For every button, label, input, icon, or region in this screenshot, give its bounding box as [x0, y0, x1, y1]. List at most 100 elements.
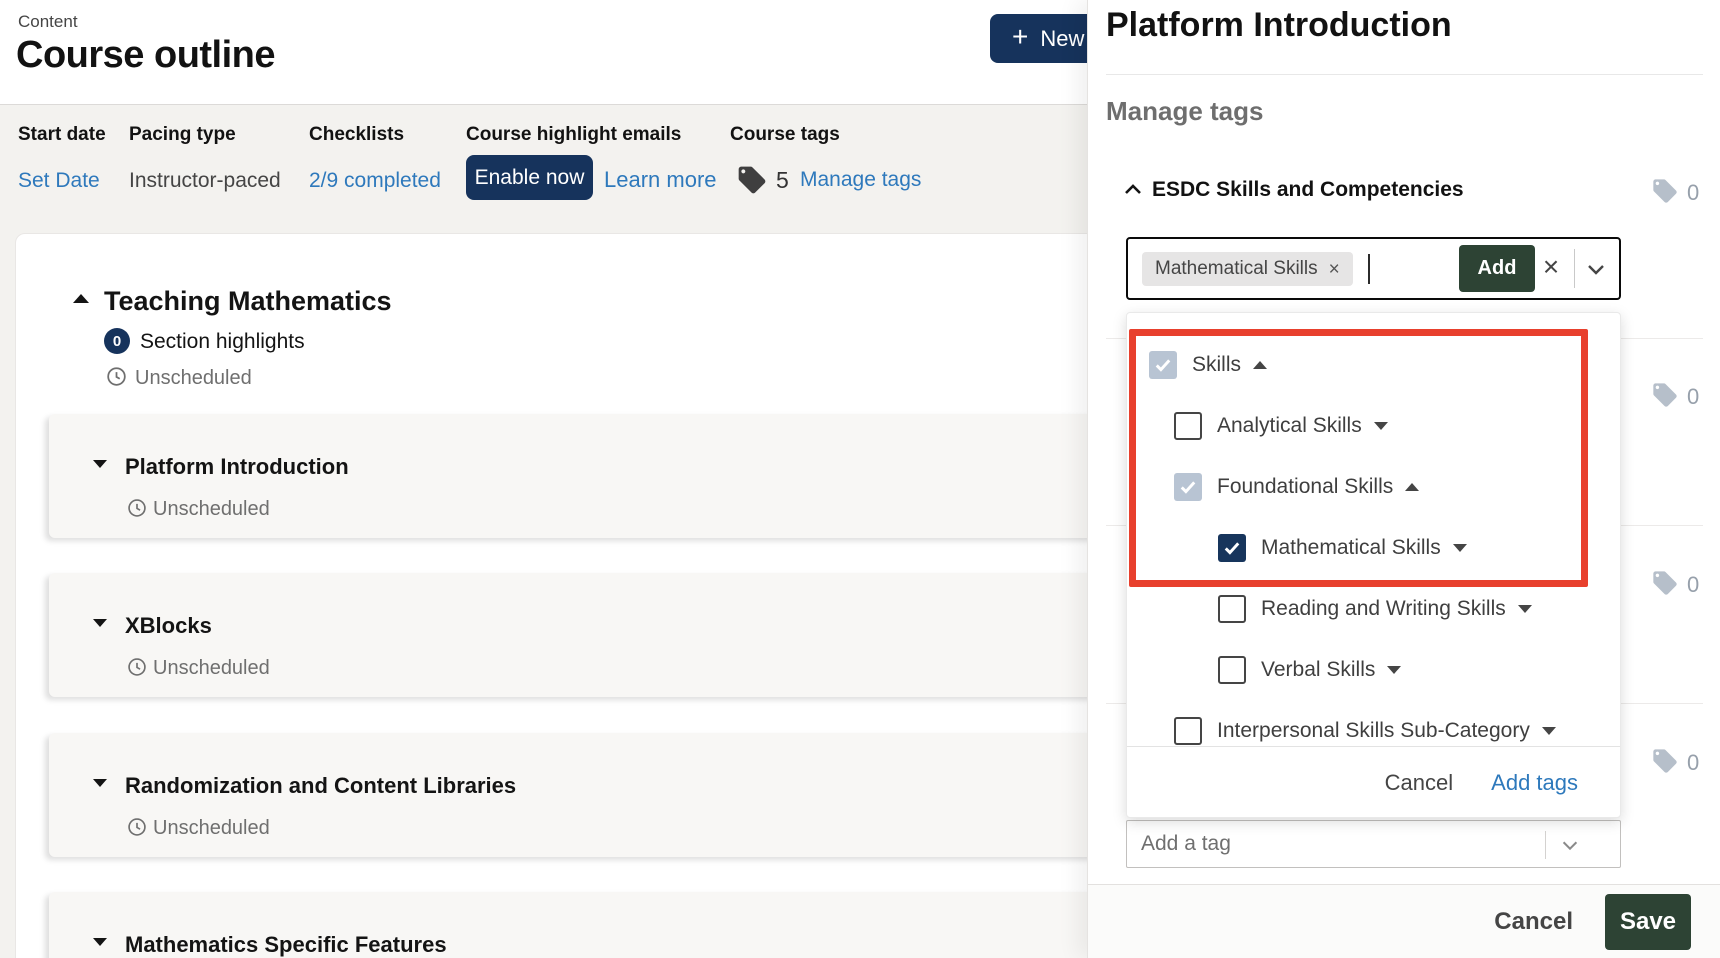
divider: [1545, 831, 1546, 859]
add-tag-button[interactable]: Add: [1459, 245, 1535, 292]
collapse-caret-icon[interactable]: [1405, 483, 1419, 491]
subsection-schedule: Unscheduled: [153, 817, 270, 840]
dropdown-cancel-button[interactable]: Cancel: [1385, 770, 1453, 796]
tag-count-icon: [1651, 569, 1679, 597]
tag-option-label: Analytical Skills: [1217, 414, 1362, 438]
clock-icon: [127, 657, 147, 677]
tag-option-label: Skills: [1192, 353, 1241, 377]
checkbox-checked[interactable]: [1218, 534, 1246, 562]
save-button[interactable]: Save: [1605, 894, 1691, 950]
tag-icon: [736, 164, 768, 196]
section-highlights-button[interactable]: Section highlights: [140, 330, 305, 354]
selected-tag-label: Mathematical Skills: [1155, 258, 1318, 280]
clock-icon: [127, 498, 147, 518]
subsection-title: Platform Introduction: [125, 454, 349, 480]
course-meta-bar: Start date Pacing type Checklists Course…: [0, 105, 1090, 233]
expand-caret-icon[interactable]: [1518, 605, 1532, 613]
course-tags-label: Course tags: [730, 124, 840, 146]
section-collapse-caret-icon[interactable]: [73, 294, 89, 303]
new-button-label: New: [1040, 26, 1084, 52]
drawer-footer: Cancel Save: [1088, 884, 1720, 958]
expand-caret-icon[interactable]: [93, 619, 107, 627]
manage-tags-drawer: Platform Introduction Manage tags ESDC S…: [1087, 0, 1720, 958]
tag-option-label: Mathematical Skills: [1261, 536, 1441, 560]
course-tag-count: 5: [776, 167, 789, 194]
tag-option-skills[interactable]: Skills: [1127, 334, 1620, 395]
checkbox-implicit[interactable]: [1149, 351, 1177, 379]
tag-option-foundational-skills[interactable]: Foundational Skills: [1127, 456, 1620, 517]
tag-option-interpersonal-skills-sub-category[interactable]: Interpersonal Skills Sub-Category: [1127, 700, 1620, 746]
collapse-chevron-icon[interactable]: [1121, 178, 1145, 202]
expand-caret-icon[interactable]: [1542, 727, 1556, 735]
divider: [1574, 249, 1575, 288]
tag-option-label: Interpersonal Skills Sub-Category: [1217, 719, 1530, 743]
drawer-subtitle: Manage tags: [1106, 96, 1264, 127]
tag-option-analytical-skills[interactable]: Analytical Skills: [1127, 395, 1620, 456]
checkbox-unchecked[interactable]: [1218, 656, 1246, 684]
checklists-label: Checklists: [309, 124, 404, 146]
plus-icon: +: [1012, 23, 1028, 51]
tag-option-label: Verbal Skills: [1261, 658, 1375, 682]
collapse-caret-icon[interactable]: [1253, 361, 1267, 369]
text-cursor: [1368, 254, 1370, 284]
enable-now-button[interactable]: Enable now: [466, 155, 593, 200]
add-tags-button[interactable]: Add tags: [1491, 770, 1578, 796]
taxonomy-tag-count: 0: [1687, 384, 1699, 410]
cancel-button[interactable]: Cancel: [1494, 908, 1573, 936]
expand-caret-icon[interactable]: [93, 779, 107, 787]
tag-option-verbal-skills[interactable]: Verbal Skills: [1127, 639, 1620, 700]
subsection-schedule: Unscheduled: [153, 657, 270, 680]
start-date-label: Start date: [18, 124, 106, 146]
expand-caret-icon[interactable]: [1387, 666, 1401, 674]
learn-more-link[interactable]: Learn more: [604, 167, 717, 193]
chevron-down-icon[interactable]: [1559, 834, 1581, 856]
tag-option-mathematical-skills[interactable]: Mathematical Skills: [1127, 517, 1620, 578]
subsection-title: Mathematics Specific Features: [125, 932, 447, 958]
clock-icon: [127, 817, 147, 837]
tag-option-reading-and-writing-skills[interactable]: Reading and Writing Skills: [1127, 578, 1620, 639]
taxonomy-tag-count: 0: [1687, 572, 1699, 598]
chevron-down-icon[interactable]: [1584, 257, 1608, 281]
subsection-title: XBlocks: [125, 613, 212, 639]
highlight-emails-label: Course highlight emails: [466, 124, 681, 146]
tag-count-icon: [1651, 177, 1679, 205]
checkbox-unchecked[interactable]: [1174, 717, 1202, 745]
dropdown-footer: Cancel Add tags: [1127, 746, 1620, 818]
highlights-count-badge: 0: [104, 328, 130, 354]
add-a-tag-placeholder: Add a tag: [1141, 832, 1231, 856]
remove-tag-icon[interactable]: ×: [1329, 260, 1340, 279]
subsection-title: Randomization and Content Libraries: [125, 773, 516, 799]
expand-caret-icon[interactable]: [93, 938, 107, 946]
expand-caret-icon[interactable]: [1374, 422, 1388, 430]
checkbox-implicit[interactable]: [1174, 473, 1202, 501]
clear-icon[interactable]: ×: [1538, 251, 1564, 285]
pacing-type-label: Pacing type: [129, 124, 236, 146]
taxonomy-tag-count: 0: [1687, 180, 1699, 206]
tag-combobox[interactable]: Mathematical Skills × Add ×: [1126, 237, 1621, 300]
section-schedule: Unscheduled: [135, 367, 252, 390]
checklists-link[interactable]: 2/9 completed: [309, 169, 441, 193]
breadcrumb: Content: [18, 12, 78, 32]
tag-count-icon: [1651, 747, 1679, 775]
tag-options-dropdown: Skills Analytical Skills Foundational Skil…: [1126, 312, 1621, 818]
drawer-title: Platform Introduction: [1106, 6, 1452, 45]
expand-caret-icon[interactable]: [1453, 544, 1467, 552]
tag-count-icon: [1651, 381, 1679, 409]
set-date-link[interactable]: Set Date: [18, 169, 100, 193]
checkbox-unchecked[interactable]: [1218, 595, 1246, 623]
divider: [1106, 74, 1703, 75]
add-a-tag-input[interactable]: Add a tag: [1126, 820, 1621, 868]
selected-tag-chip[interactable]: Mathematical Skills ×: [1142, 252, 1353, 286]
tag-option-label: Foundational Skills: [1217, 475, 1393, 499]
subsection-schedule: Unscheduled: [153, 498, 270, 521]
tag-options-list: Skills Analytical Skills Foundational Skil…: [1127, 313, 1620, 746]
pacing-type-value: Instructor-paced: [129, 169, 281, 193]
expand-caret-icon[interactable]: [93, 460, 107, 468]
taxonomy-name: ESDC Skills and Competencies: [1152, 178, 1464, 202]
checkbox-unchecked[interactable]: [1174, 412, 1202, 440]
page-title: Course outline: [16, 34, 275, 77]
section-title: Teaching Mathematics: [104, 286, 392, 317]
tag-option-label: Reading and Writing Skills: [1261, 597, 1506, 621]
studio-course-outline-screen: Content Course outline + New Start date …: [0, 0, 1720, 958]
manage-tags-link[interactable]: Manage tags: [800, 168, 921, 192]
